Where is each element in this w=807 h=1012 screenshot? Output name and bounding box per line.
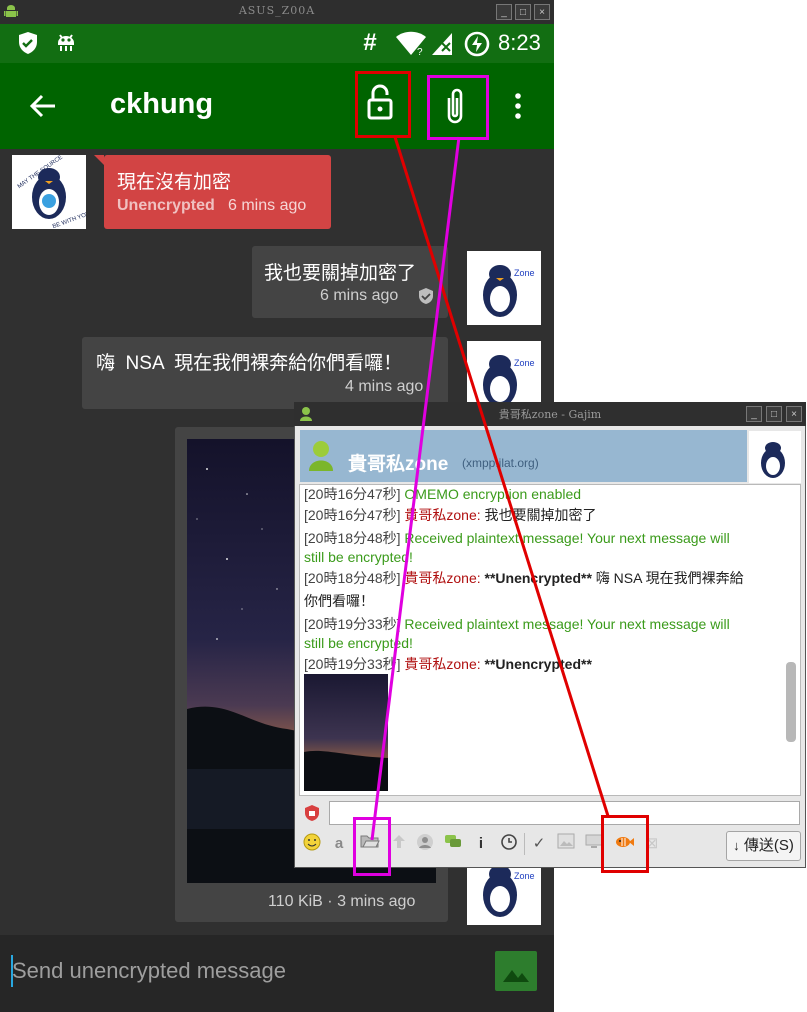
file-annotation-line bbox=[370, 136, 461, 841]
encryption-highlight-box bbox=[601, 815, 649, 873]
encryption-annotation-line bbox=[393, 136, 610, 817]
send-file-highlight-box bbox=[353, 817, 391, 876]
paperclip-highlight-box bbox=[427, 75, 489, 140]
lock-highlight-box bbox=[355, 71, 411, 138]
annotation-lines bbox=[370, 136, 610, 841]
